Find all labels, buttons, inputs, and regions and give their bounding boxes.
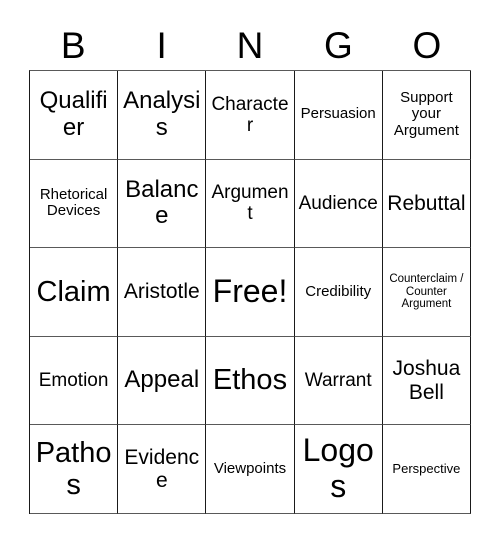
- bingo-cell-label: Appeal: [124, 366, 200, 394]
- bingo-cell-label: Emotion: [38, 369, 109, 391]
- bingo-header-letter-i: I: [156, 24, 167, 66]
- bingo-cell-label: Claim: [36, 275, 111, 308]
- bingo-cell-label: Analysis: [123, 86, 201, 141]
- bingo-cell-label: Logos: [302, 432, 374, 505]
- bingo-cell[interactable]: Balance: [118, 159, 207, 249]
- bingo-cell[interactable]: Ethos: [206, 336, 295, 426]
- bingo-free-cell[interactable]: Free!: [206, 248, 295, 337]
- bingo-cell[interactable]: Claim: [30, 248, 119, 337]
- bingo-cell-label: Free!: [212, 273, 288, 310]
- bingo-cell-label: Warrant: [304, 369, 372, 391]
- bingo-cell-label: Credibility: [305, 282, 372, 300]
- bingo-cell[interactable]: Logos: [294, 425, 383, 514]
- bingo-cell[interactable]: Audience: [294, 159, 383, 249]
- bingo-cell[interactable]: Support your Argument: [382, 71, 471, 160]
- bingo-cell-label: Aristotle: [123, 280, 200, 304]
- bingo-header-letter-g: G: [324, 24, 353, 66]
- bingo-cell[interactable]: Rhetorical Devices: [30, 159, 119, 249]
- bingo-cell-label: Persuasion: [300, 105, 376, 123]
- bingo-cell-label: Perspective: [392, 460, 461, 476]
- bingo-cell-label: Counterclaim / Counter Argument: [389, 272, 464, 311]
- bingo-cell[interactable]: Appeal: [118, 336, 207, 426]
- bingo-cell[interactable]: Character: [206, 71, 295, 160]
- bingo-cell[interactable]: Argument: [206, 159, 295, 249]
- bingo-cell-label: Rebuttal: [387, 191, 466, 215]
- bingo-cell[interactable]: Perspective: [382, 425, 471, 514]
- bingo-cell-label: Evidence: [124, 445, 200, 493]
- bingo-cell[interactable]: Qualifier: [30, 71, 119, 160]
- bingo-header-letter-o: O: [412, 24, 442, 66]
- bingo-header-letter-b: B: [60, 24, 86, 66]
- bingo-cell-label: Balance: [125, 175, 199, 230]
- bingo-cell[interactable]: Rebuttal: [382, 159, 471, 249]
- bingo-card: B I N G O Qualifier Analysis Character Persuasi…: [0, 0, 500, 544]
- bingo-cell[interactable]: Aristotle: [118, 248, 207, 337]
- bingo-cell-label: Ethos: [212, 364, 288, 397]
- bingo-cell-label: Support your Argument: [393, 88, 459, 140]
- bingo-cell-label: Rhetorical Devices: [39, 185, 108, 220]
- bingo-grid: Qualifier Analysis Character Persuasion Supp…: [29, 70, 471, 514]
- bingo-cell-label: Viewpoints: [213, 459, 287, 477]
- bingo-header-letter-n: N: [236, 24, 264, 66]
- bingo-cell-label: Pathos: [35, 436, 112, 502]
- bingo-cell-label: Qualifier: [39, 86, 108, 141]
- bingo-header-row: BINGO: [29, 22, 471, 68]
- bingo-cell[interactable]: Credibility: [294, 248, 383, 337]
- bingo-cell[interactable]: Pathos: [30, 425, 119, 514]
- bingo-cell[interactable]: Warrant: [294, 336, 383, 426]
- bingo-cell-label: Audience: [298, 192, 378, 214]
- bingo-cell[interactable]: Counterclaim / Counter Argument: [382, 248, 471, 337]
- bingo-cell[interactable]: Evidence: [118, 425, 207, 514]
- bingo-cell[interactable]: Analysis: [118, 71, 207, 160]
- bingo-cell[interactable]: Viewpoints: [206, 425, 295, 514]
- bingo-cell-label: Character: [211, 93, 289, 136]
- bingo-cell[interactable]: Persuasion: [294, 71, 383, 160]
- bingo-cell-label: Joshua Bell: [392, 357, 461, 404]
- bingo-cell[interactable]: Emotion: [30, 336, 119, 426]
- bingo-cell[interactable]: Joshua Bell: [382, 336, 471, 426]
- bingo-cell-label: Argument: [211, 182, 289, 225]
